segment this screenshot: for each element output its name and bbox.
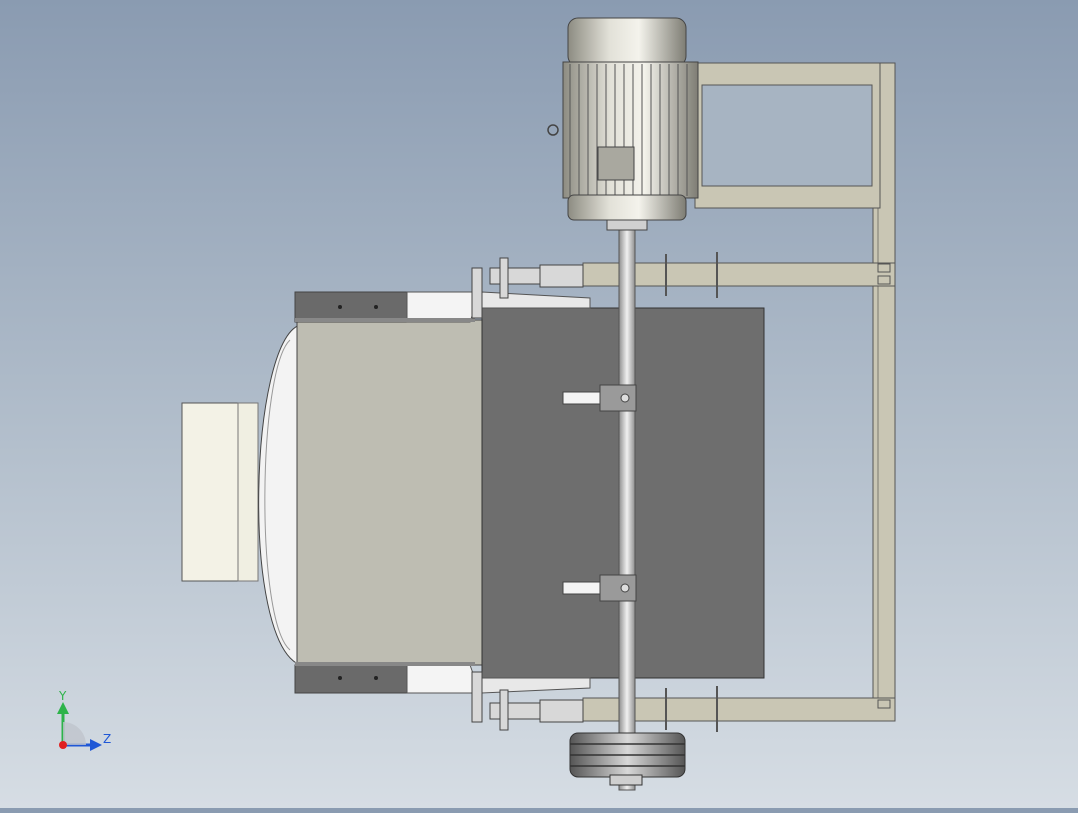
cad-model-view[interactable]: Y Z	[0, 0, 1078, 808]
y-axis-label: Y	[58, 689, 67, 703]
cad-viewport[interactable]: Y Z	[0, 0, 1078, 808]
z-axis-label: Z	[103, 732, 111, 746]
electric-motor[interactable]	[547, 17, 699, 231]
main-housing[interactable]	[294, 291, 483, 694]
drive-pulley[interactable]	[569, 732, 686, 786]
axis-triad: Y Z	[57, 689, 111, 751]
x-axis-point	[59, 741, 67, 749]
lifting-eye-icon	[547, 124, 559, 136]
drive-shaft[interactable]	[618, 214, 636, 791]
inlet-block[interactable]	[181, 402, 245, 582]
